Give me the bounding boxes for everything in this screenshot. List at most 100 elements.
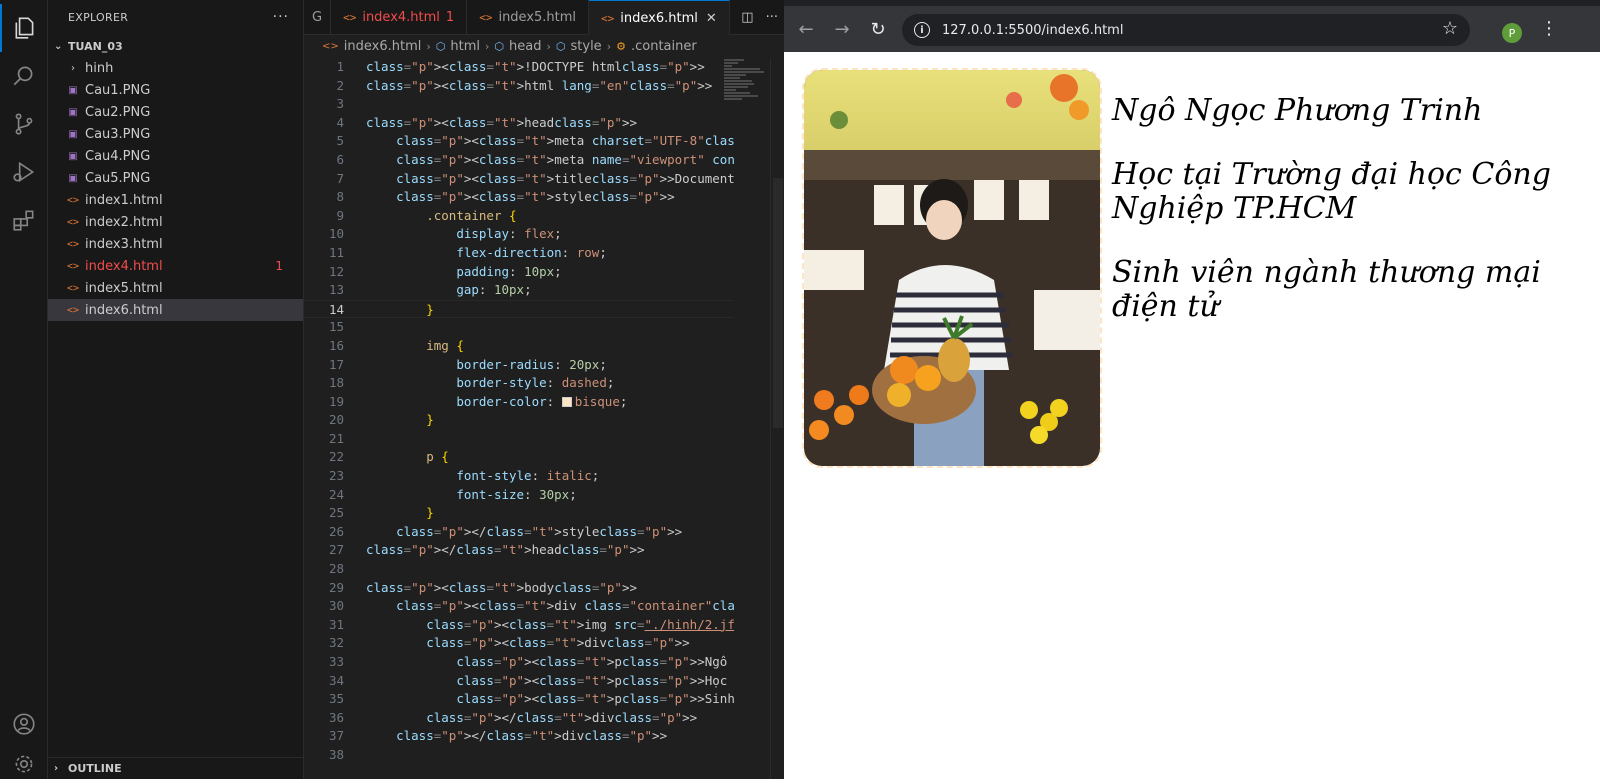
file-item[interactable]: <> index6.html [48, 299, 303, 321]
address-url[interactable]: 127.0.0.1:5500/index6.html [942, 23, 1123, 38]
profile-avatar[interactable]: P [1502, 23, 1522, 43]
forward-arrow-icon[interactable]: → [824, 11, 860, 47]
settings-gear-icon[interactable] [0, 740, 48, 779]
code-text: class="p"><class="t">titleclass="p">>Doc… [396, 170, 734, 186]
file-item[interactable]: <> index4.html 1 [48, 255, 303, 277]
code-text: class="p"><class="t">img src="./hinh/2.j… [426, 616, 734, 632]
code-text: font-size: 30px; [456, 486, 577, 502]
line-number: 13 [328, 282, 344, 298]
bookmark-star-icon[interactable]: ☆ [1442, 18, 1458, 39]
line-number: 2 [336, 77, 344, 93]
line-number: 11 [328, 244, 344, 260]
code-line: 30 class="p"><class="t">div class="conta… [304, 597, 734, 616]
profile-photo [802, 68, 1102, 468]
code-text: img { [426, 337, 464, 353]
code-text: border-radius: 20px; [456, 356, 607, 372]
code-text: p { [426, 449, 449, 465]
site-info-icon[interactable]: i [914, 22, 930, 38]
code-text: class="p"><class="t">headclass="p">> [366, 114, 638, 130]
tab-label: index6.html [620, 10, 698, 26]
outline-section[interactable]: › OUTLINE [48, 757, 303, 779]
back-arrow-icon[interactable]: ← [788, 11, 824, 47]
code-text: class="p"><class="t">pclass="p">>Sinh vi… [456, 691, 734, 707]
file-label: index5.html [85, 280, 163, 296]
code-text: } [426, 301, 434, 317]
folder-item[interactable]: › hinh [48, 57, 303, 79]
breadcrumb-item[interactable]: style [571, 39, 602, 54]
code-line: 9 .container { [304, 207, 734, 226]
file-item[interactable]: ▣ Cau1.PNG [48, 79, 303, 101]
code-text: class="p"><class="t">styleclass="p">> [396, 189, 675, 205]
code-line: 26 class="p"></class="t">styleclass="p">… [304, 523, 734, 542]
line-number: 21 [328, 430, 344, 446]
code-text: class="p"></class="t">styleclass="p">> [396, 523, 683, 539]
paragraph-major: Sinh viên ngành thương mại điện tử [1112, 255, 1541, 324]
breadcrumb-item[interactable]: head [509, 39, 541, 54]
tab-partial[interactable]: G [304, 0, 332, 35]
file-item[interactable]: <> index3.html [48, 233, 303, 255]
line-number: 35 [328, 691, 344, 707]
tab-index4[interactable]: <> index4.html 1 [331, 0, 468, 35]
page-container: Ngô Ngọc Phương Trinh Học tại Trường đại… [784, 52, 1600, 484]
line-number: 7 [336, 170, 344, 186]
html-file-icon: <> [479, 11, 493, 24]
more-actions-icon[interactable]: ··· [766, 10, 778, 25]
address-bar[interactable]: i 127.0.0.1:5500/index6.html ☆ [902, 14, 1470, 46]
chevron-right-icon: › [606, 39, 612, 53]
workspace-folder[interactable]: ⌄ TUAN_03 [48, 35, 303, 57]
file-item[interactable]: <> index1.html [48, 189, 303, 211]
split-editor-icon[interactable]: ◫ [741, 10, 753, 25]
code-line: 31 class="p"><class="t">img src="./hinh/… [304, 616, 734, 635]
breadcrumb-item[interactable]: .container [631, 39, 697, 54]
code-line: 36 class="p"></class="t">divclass="p">> [304, 709, 734, 728]
scroll-thumb[interactable] [773, 178, 783, 428]
file-item[interactable]: ▣ Cau4.PNG [48, 145, 303, 167]
code-line: 3 [304, 95, 734, 114]
browser-menu-icon[interactable]: ⋮ [1540, 18, 1558, 39]
file-label: Cau5.PNG [85, 170, 151, 186]
breadcrumb-item[interactable]: index6.html [344, 39, 422, 54]
cube-icon: ⬡ [555, 39, 566, 53]
paragraph-school: Học tại Trường đại học Công Nghiệp TP.HC… [1112, 157, 1551, 226]
file-item[interactable]: ▣ Cau3.PNG [48, 123, 303, 145]
cube-icon: ⬡ [435, 39, 446, 53]
code-line: 29 class="p"><class="t">bodyclass="p">> [304, 579, 734, 598]
breadcrumb-item[interactable]: html [450, 39, 480, 54]
code-line: 24 font-size: 30px; [304, 486, 734, 505]
more-actions-icon[interactable]: ··· [273, 9, 289, 25]
file-item[interactable]: <> index2.html [48, 211, 303, 233]
code-line: 15 [304, 318, 734, 337]
error-count-badge: 1 [275, 259, 283, 273]
explorer-icon[interactable] [0, 4, 48, 52]
code-editor[interactable]: 1 class="p"><class="t">!DOCTYPE htmlclass… [304, 58, 734, 779]
search-icon[interactable] [0, 52, 48, 100]
line-number: 15 [328, 319, 344, 335]
reload-icon[interactable]: ↻ [860, 11, 896, 47]
file-label: index3.html [85, 236, 163, 252]
file-item[interactable]: ▣ Cau2.PNG [48, 101, 303, 123]
code-line: 1 class="p"><class="t">!DOCTYPE htmlclass… [304, 58, 734, 77]
tab-index6[interactable]: <> index6.html ✕ [589, 0, 730, 35]
image-file-icon: ▣ [68, 106, 78, 118]
code-text: class="p"><class="t">html lang="en"class… [366, 77, 713, 93]
code-text: border-color: bisque; [456, 393, 628, 409]
file-item[interactable]: ▣ Cau5.PNG [48, 167, 303, 189]
close-icon[interactable]: ✕ [706, 11, 717, 26]
code-line: 38 [304, 746, 734, 765]
editor-scrollbar[interactable] [770, 58, 784, 779]
source-control-icon[interactable] [0, 100, 48, 148]
code-line: 2 class="p"><class="t">html lang="en"clas… [304, 77, 734, 96]
tab-label: G [312, 10, 323, 25]
file-label: index6.html [85, 302, 163, 318]
line-number: 9 [336, 207, 344, 223]
file-item[interactable]: <> index5.html [48, 277, 303, 299]
code-line: 16 img { [304, 337, 734, 356]
tab-index5[interactable]: <> index5.html [467, 0, 590, 35]
minimap[interactable] [724, 58, 772, 148]
code-line: 32 class="p"><class="t">divclass="p">> [304, 634, 734, 653]
extensions-icon[interactable] [0, 196, 48, 244]
image-file-icon: ▣ [68, 172, 78, 184]
line-number: 34 [328, 672, 344, 688]
code-text: .container { [426, 207, 517, 223]
run-debug-icon[interactable] [0, 148, 48, 196]
